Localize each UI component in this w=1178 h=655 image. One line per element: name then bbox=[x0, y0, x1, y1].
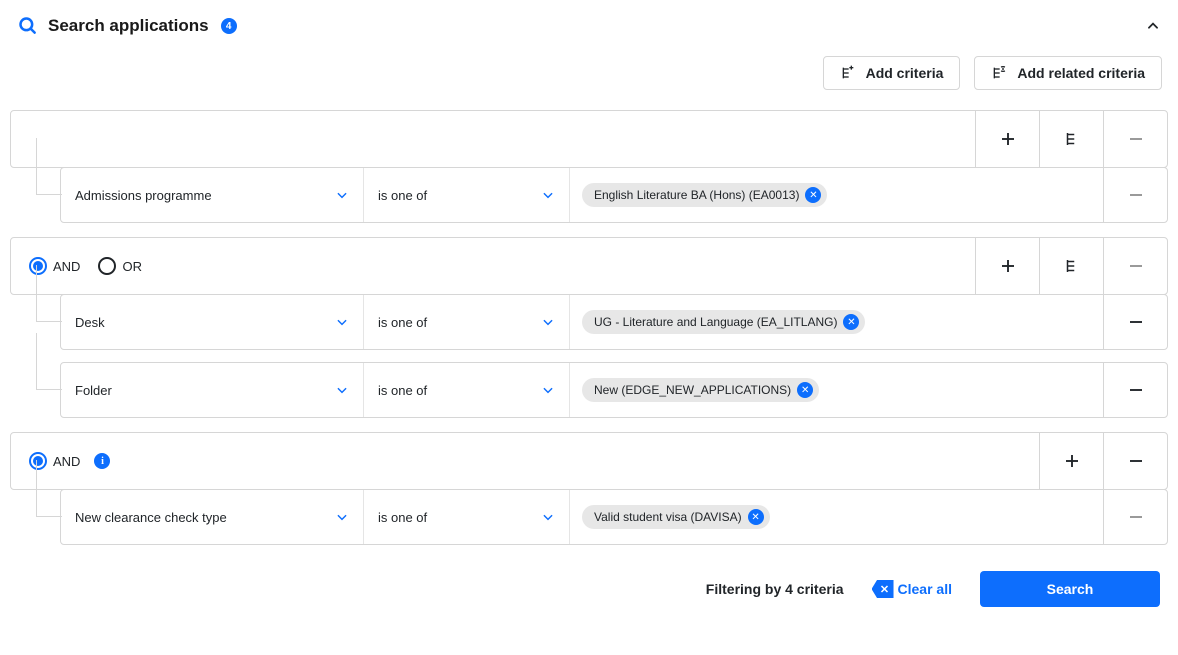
row-remove-button[interactable] bbox=[1103, 363, 1167, 417]
field-select[interactable]: Admissions programme bbox=[61, 168, 364, 222]
operator-select[interactable]: is one of bbox=[364, 490, 570, 544]
chevron-down-icon bbox=[335, 383, 349, 397]
chip-remove-icon[interactable]: ✕ bbox=[843, 314, 859, 330]
radio-or[interactable]: OR bbox=[98, 257, 142, 275]
operator-label: is one of bbox=[378, 188, 427, 203]
search-button[interactable]: Search bbox=[980, 571, 1160, 607]
clear-all-icon: ✕ bbox=[872, 580, 894, 598]
chevron-down-icon bbox=[335, 315, 349, 329]
field-label: New clearance check type bbox=[75, 510, 227, 525]
operator-label: is one of bbox=[378, 383, 427, 398]
chevron-down-icon bbox=[541, 510, 555, 524]
add-criteria-button[interactable]: Add criteria bbox=[823, 56, 961, 90]
criteria-row: Desk is one of UG - Literature and Langu… bbox=[60, 294, 1168, 350]
criteria-group: AND OR bbox=[10, 237, 1168, 295]
field-label: Folder bbox=[75, 383, 112, 398]
header-left: Search applications 4 bbox=[18, 16, 237, 36]
criteria-row: Folder is one of New (EDGE_NEW_APPLICATI… bbox=[60, 362, 1168, 418]
row-remove-button[interactable] bbox=[1103, 168, 1167, 222]
value-chip: Valid student visa (DAVISA) ✕ bbox=[582, 505, 770, 529]
row-remove-button[interactable] bbox=[1103, 295, 1167, 349]
toolbar: Add criteria Add related criteria bbox=[10, 50, 1168, 110]
search-icon bbox=[18, 16, 38, 36]
criteria-group bbox=[10, 110, 1168, 168]
field-label: Admissions programme bbox=[75, 188, 212, 203]
chevron-down-icon bbox=[335, 510, 349, 524]
criteria-row: New clearance check type is one of Valid… bbox=[60, 489, 1168, 545]
radio-icon bbox=[98, 257, 116, 275]
operator-select[interactable]: is one of bbox=[364, 363, 570, 417]
field-select[interactable]: Desk bbox=[61, 295, 364, 349]
group-add-button[interactable] bbox=[1039, 433, 1103, 489]
value-area[interactable]: Valid student visa (DAVISA) ✕ bbox=[570, 490, 1103, 544]
value-area[interactable]: New (EDGE_NEW_APPLICATIONS) ✕ bbox=[570, 363, 1103, 417]
group-add-button[interactable] bbox=[975, 238, 1039, 294]
field-select[interactable]: New clearance check type bbox=[61, 490, 364, 544]
filter-status: Filtering by 4 criteria bbox=[706, 581, 844, 597]
chevron-down-icon bbox=[541, 383, 555, 397]
chip-label: New (EDGE_NEW_APPLICATIONS) bbox=[594, 383, 791, 397]
chip-label: UG - Literature and Language (EA_LITLANG… bbox=[594, 315, 837, 329]
info-icon[interactable]: i bbox=[94, 453, 110, 469]
chip-label: English Literature BA (Hons) (EA0013) bbox=[594, 188, 799, 202]
group-remove-button[interactable] bbox=[1103, 238, 1167, 294]
value-area[interactable]: English Literature BA (Hons) (EA0013) ✕ bbox=[570, 168, 1103, 222]
add-related-criteria-label: Add related criteria bbox=[1017, 65, 1145, 81]
clear-all-button[interactable]: ✕ Clear all bbox=[872, 580, 952, 598]
clear-all-label: Clear all bbox=[898, 581, 952, 597]
group-remove-button[interactable] bbox=[1103, 111, 1167, 167]
chip-remove-icon[interactable]: ✕ bbox=[748, 509, 764, 525]
operator-select[interactable]: is one of bbox=[364, 295, 570, 349]
row-remove-button[interactable] bbox=[1103, 490, 1167, 544]
add-related-criteria-icon bbox=[991, 65, 1007, 81]
field-select[interactable]: Folder bbox=[61, 363, 364, 417]
group-add-button[interactable] bbox=[975, 111, 1039, 167]
search-header: Search applications 4 bbox=[10, 12, 1168, 50]
chevron-down-icon bbox=[335, 188, 349, 202]
group-remove-button[interactable] bbox=[1103, 433, 1167, 489]
value-chip: New (EDGE_NEW_APPLICATIONS) ✕ bbox=[582, 378, 819, 402]
operator-label: is one of bbox=[378, 315, 427, 330]
add-criteria-icon bbox=[840, 65, 856, 81]
value-chip: UG - Literature and Language (EA_LITLANG… bbox=[582, 310, 865, 334]
criteria-group: AND i bbox=[10, 432, 1168, 490]
chip-label: Valid student visa (DAVISA) bbox=[594, 510, 742, 524]
group-tree-button[interactable] bbox=[1039, 111, 1103, 167]
page-title: Search applications bbox=[48, 16, 209, 36]
value-chip: English Literature BA (Hons) (EA0013) ✕ bbox=[582, 183, 827, 207]
collapse-panel-button[interactable] bbox=[1146, 19, 1160, 33]
criteria-count-badge: 4 bbox=[221, 18, 237, 34]
value-area[interactable]: UG - Literature and Language (EA_LITLANG… bbox=[570, 295, 1103, 349]
operator-label: is one of bbox=[378, 510, 427, 525]
radio-or-label: OR bbox=[122, 259, 142, 274]
chevron-down-icon bbox=[541, 315, 555, 329]
chip-remove-icon[interactable]: ✕ bbox=[805, 187, 821, 203]
chip-remove-icon[interactable]: ✕ bbox=[797, 382, 813, 398]
operator-select[interactable]: is one of bbox=[364, 168, 570, 222]
group-tree-button[interactable] bbox=[1039, 238, 1103, 294]
field-label: Desk bbox=[75, 315, 105, 330]
chevron-down-icon bbox=[541, 188, 555, 202]
footer: Filtering by 4 criteria ✕ Clear all Sear… bbox=[10, 545, 1168, 607]
add-criteria-label: Add criteria bbox=[866, 65, 944, 81]
add-related-criteria-button[interactable]: Add related criteria bbox=[974, 56, 1162, 90]
criteria-row: Admissions programme is one of English L… bbox=[60, 167, 1168, 223]
